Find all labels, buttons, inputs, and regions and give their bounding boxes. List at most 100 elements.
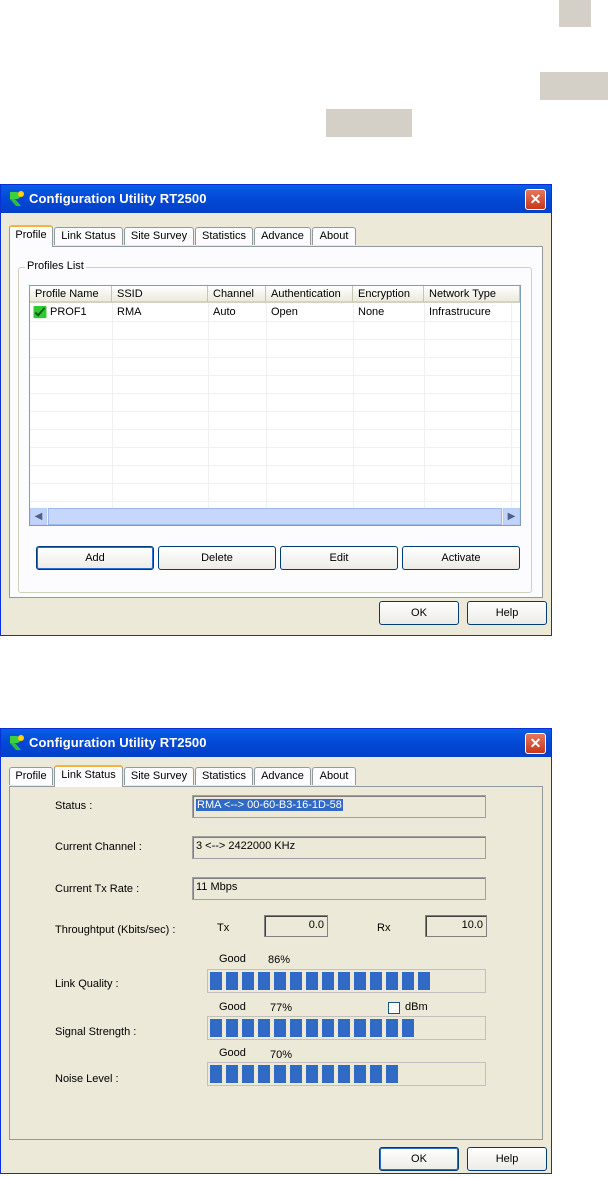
grid-row-line [30, 339, 520, 340]
bar-segment [370, 1065, 382, 1083]
column-header-profile-name[interactable]: Profile Name [30, 286, 112, 303]
tab-site-survey[interactable]: Site Survey [124, 767, 194, 785]
current-tx-rate-field: 11 Mbps [192, 877, 486, 900]
bar-segment [274, 1019, 286, 1037]
cell-encryption: None [358, 306, 385, 318]
close-button[interactable]: ✕ [525, 733, 546, 754]
help-button[interactable]: Help [467, 601, 547, 625]
link-quality-bar [207, 969, 486, 993]
titlebar: Configuration Utility RT2500 ✕ [1, 729, 551, 757]
profiles-list-label: Profiles List [25, 260, 86, 272]
bar-segment [226, 1065, 238, 1083]
delete-button[interactable]: Delete [158, 546, 276, 570]
close-icon: ✕ [529, 735, 542, 751]
tab-link-status[interactable]: Link Status [54, 227, 123, 245]
bar-segment [242, 1019, 254, 1037]
grid-col-line [353, 303, 354, 509]
column-header-authentication[interactable]: Authentication [266, 286, 353, 303]
ok-button[interactable]: OK [379, 601, 459, 625]
bar-segment [386, 972, 398, 990]
bar-segment [322, 1065, 334, 1083]
bar-segment [354, 1019, 366, 1037]
scroll-right-button[interactable]: ▶ [503, 508, 520, 525]
scroll-thumb[interactable] [48, 508, 502, 525]
rx-label: Rx [377, 922, 391, 934]
column-header-channel[interactable]: Channel [208, 286, 266, 303]
tab-statistics[interactable]: Statistics [195, 767, 253, 785]
bar-segment [322, 972, 334, 990]
grid-col-line [424, 303, 425, 509]
ok-button[interactable]: OK [379, 1147, 459, 1171]
bar-segment [258, 1019, 270, 1037]
bar-segment [306, 1019, 318, 1037]
titlebar: Configuration Utility RT2500 ✕ [1, 185, 551, 213]
grid-row-line [30, 411, 520, 412]
noise-level-rating: Good [219, 1047, 246, 1059]
status-label: Status : [55, 800, 93, 812]
signal-strength-bar [207, 1016, 486, 1040]
bar-segment [386, 1065, 398, 1083]
tab-advance[interactable]: Advance [254, 227, 311, 245]
horizontal-scrollbar[interactable]: ◀ ▶ [30, 508, 520, 525]
bar-segment [290, 1065, 302, 1083]
grid-row-line [30, 393, 520, 394]
edit-button[interactable]: Edit [280, 546, 398, 570]
tab-link-status[interactable]: Link Status [54, 765, 123, 787]
profiles-list[interactable]: Profile Name SSID Channel Authentication… [29, 285, 521, 526]
bar-segment [242, 1065, 254, 1083]
bar-segment [370, 972, 382, 990]
status-field: RMA <--> 00-60-B3-16-1D-58 [192, 795, 486, 818]
close-icon: ✕ [529, 191, 542, 207]
rx-value: 10.0 [425, 915, 487, 937]
dbm-label: dBm [405, 1001, 428, 1013]
config-window-profile: Configuration Utility RT2500 ✕ Profile L… [0, 184, 552, 636]
close-button[interactable]: ✕ [525, 189, 546, 210]
signal-strength-percent: 77% [270, 1002, 293, 1014]
tab-profile[interactable]: Profile [9, 767, 53, 785]
tab-profile[interactable]: Profile [9, 225, 53, 247]
signal-strength-label: Signal Strength : [55, 1026, 137, 1038]
dbm-checkbox[interactable] [388, 1002, 400, 1014]
cell-ssid: RMA [117, 306, 142, 318]
grid-row-line [30, 321, 520, 322]
current-tx-rate-label: Current Tx Rate : [55, 883, 140, 895]
window-title: Configuration Utility RT2500 [29, 191, 207, 206]
bar-segment [210, 972, 222, 990]
bar-segment [274, 1065, 286, 1083]
bar-segment [258, 1065, 270, 1083]
bar-segment [354, 1065, 366, 1083]
bar-segment [402, 1019, 414, 1037]
gray-fragment-1 [559, 0, 591, 27]
tab-advance[interactable]: Advance [254, 767, 311, 785]
link-quality-label: Link Quality : [55, 978, 119, 990]
activate-button[interactable]: Activate [402, 546, 520, 570]
bar-segment [210, 1065, 222, 1083]
bar-segment [226, 1019, 238, 1037]
rt-logo-icon [10, 735, 24, 750]
bar-segment [306, 1065, 318, 1083]
table-row[interactable]: PROF1 RMA Auto Open None Infrastrucure [30, 304, 520, 321]
signal-strength-fill [210, 1019, 420, 1037]
tab-site-survey[interactable]: Site Survey [124, 227, 194, 245]
column-header-ssid[interactable]: SSID [112, 286, 208, 303]
grid-col-line [208, 303, 209, 509]
grid-row-line [30, 357, 520, 358]
gray-fragment-3 [326, 109, 412, 137]
column-header-network-type[interactable]: Network Type [424, 286, 520, 303]
tab-statistics[interactable]: Statistics [195, 227, 253, 245]
help-button[interactable]: Help [467, 1147, 547, 1171]
bar-segment [290, 972, 302, 990]
scroll-left-button[interactable]: ◀ [30, 508, 47, 525]
bar-segment [210, 1019, 222, 1037]
tab-about[interactable]: About [312, 227, 356, 245]
grid-col-line [112, 303, 113, 509]
bar-segment [386, 1019, 398, 1037]
add-button[interactable]: Add [36, 546, 154, 570]
noise-level-fill [210, 1065, 401, 1083]
column-header-encryption[interactable]: Encryption [353, 286, 424, 303]
bar-segment [354, 972, 366, 990]
bar-segment [306, 972, 318, 990]
tab-about[interactable]: About [312, 767, 356, 785]
cell-profile-name: PROF1 [50, 306, 87, 318]
tx-value: 0.0 [264, 915, 328, 937]
